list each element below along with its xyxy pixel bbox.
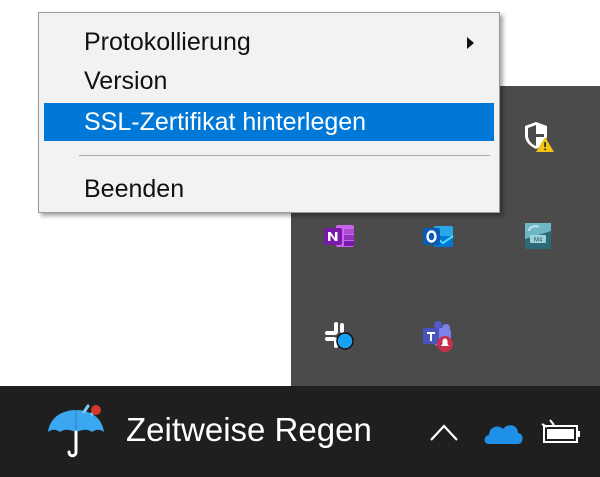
menu-item-protokollierung[interactable]: Protokollierung	[44, 23, 494, 61]
menu-item-label: SSL-Zertifikat hinterlegen	[84, 108, 367, 136]
taskbar: Zeitweise Regen	[0, 386, 600, 477]
outlook-icon[interactable]	[421, 219, 455, 253]
context-menu: Protokollierung Version SSL-Zertifikat h…	[38, 12, 500, 213]
submenu-arrow-icon	[467, 37, 474, 49]
menu-item-label: Protokollierung	[84, 28, 251, 56]
menu-item-beenden[interactable]: Beenden	[44, 170, 494, 208]
chevron-up-icon[interactable]	[428, 416, 460, 448]
menu-separator	[79, 155, 490, 156]
menu-item-ssl-zertifikat[interactable]: SSL-Zertifikat hinterlegen	[44, 103, 494, 141]
security-warning-icon[interactable]	[521, 119, 555, 153]
menu-item-version[interactable]: Version	[44, 62, 494, 100]
menu-item-label: Version	[84, 67, 168, 95]
teams-icon[interactable]	[421, 319, 455, 353]
weather-rain-icon[interactable]	[44, 400, 108, 464]
slack-icon[interactable]	[322, 319, 356, 353]
menu-item-label: Beenden	[84, 175, 185, 203]
svg-text:M4: M4	[534, 238, 543, 244]
battery-icon[interactable]	[540, 418, 584, 448]
onedrive-icon[interactable]	[481, 418, 525, 448]
app-icon[interactable]: M4	[521, 219, 555, 253]
weather-text[interactable]: Zeitweise Regen	[126, 408, 372, 452]
onenote-icon[interactable]	[322, 219, 356, 253]
